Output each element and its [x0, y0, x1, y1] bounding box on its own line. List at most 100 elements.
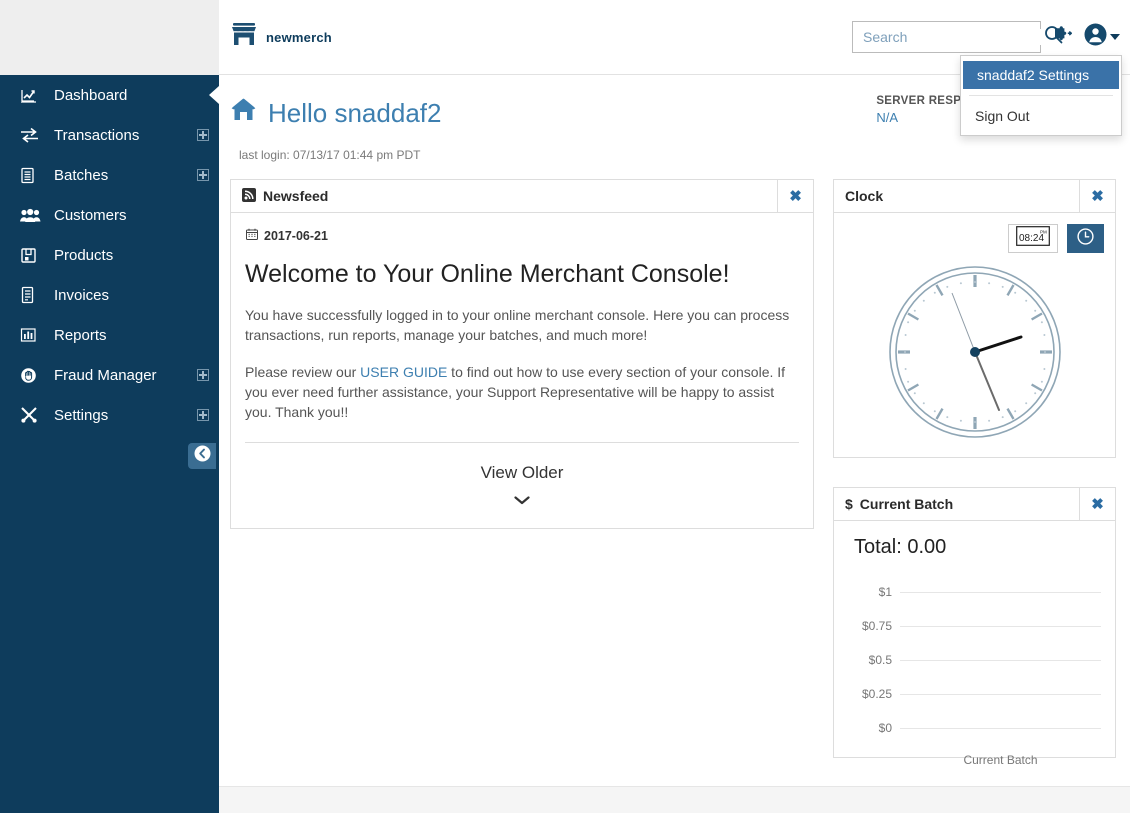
chevron-down-icon — [245, 492, 799, 510]
analog-clock-button[interactable] — [1067, 224, 1104, 253]
analog-clock-face — [845, 263, 1104, 441]
newsfeed-date: 2017-06-21 — [264, 228, 328, 243]
expand-icon[interactable] — [197, 129, 209, 141]
page-footer — [219, 786, 1130, 813]
sidebar-item-products[interactable]: Products — [0, 235, 219, 275]
home-icon — [230, 97, 257, 129]
clock-title: Clock — [845, 188, 884, 204]
page-content: Hello snaddaf2 SERVER RESPONSE N/A last … — [219, 75, 1130, 785]
current-batch-body: Total: 0.00 $1 $0.75 $0.5 $0.25 $0 Curre… — [834, 521, 1115, 767]
y-axis-tick-label: $0.25 — [861, 687, 892, 701]
sidebar-item-label: Transactions — [54, 126, 140, 144]
view-older-label: View Older — [480, 463, 564, 483]
clock-body: 08:24 PM — [834, 213, 1115, 457]
topbar: newmerch Search snaddaf2 Settings Sign O… — [219, 0, 1130, 136]
sidebar-item-reports[interactable]: Reports — [0, 315, 219, 355]
newsfeed-header: Newsfeed ✖ — [231, 179, 813, 213]
clock-header: Clock ✖ — [834, 179, 1115, 213]
dollar-icon: $ — [845, 496, 853, 512]
x-axis-label: Current Batch — [963, 753, 1038, 767]
newsfeed-headline: Welcome to Your Online Merchant Console! — [245, 260, 730, 288]
current-batch-title: Current Batch — [859, 496, 954, 512]
sidebar-item-label: Reports — [54, 326, 107, 344]
box-icon — [20, 247, 44, 264]
clock-title-wrap: Clock — [834, 188, 1079, 204]
gridline — [900, 693, 1101, 695]
chart-gridline-row: $1 — [848, 585, 1101, 599]
sidebar: Dashboard Transactions Batches Customers… — [0, 0, 219, 813]
chart-gridline-row: $0 — [848, 721, 1101, 735]
analog-clock-icon — [1077, 227, 1094, 250]
gridline — [900, 727, 1101, 729]
sidebar-item-fraud-manager[interactable]: Fraud Manager — [0, 355, 219, 395]
sidebar-item-dashboard[interactable]: Dashboard — [0, 75, 219, 115]
clock-panel: Clock ✖ 08:24 PM — [833, 179, 1116, 458]
y-axis-tick-label: $0.75 — [861, 619, 892, 633]
paragraph-2-before: Please review our — [245, 363, 361, 380]
sidebar-item-transactions[interactable]: Transactions — [0, 115, 219, 155]
expand-icon[interactable] — [197, 409, 209, 421]
y-axis-tick-label: $1 — [878, 585, 892, 599]
menu-item-sign-out[interactable]: Sign Out — [961, 102, 1121, 130]
greeting-text: Hello snaddaf2 — [268, 97, 442, 128]
brand-logo[interactable]: newmerch — [230, 21, 332, 53]
sidebar-item-customers[interactable]: Customers — [0, 195, 219, 235]
exchange-icon — [20, 127, 44, 143]
dashboard-page: Dashboard Transactions Batches Customers… — [0, 0, 1130, 813]
svg-text:08:24: 08:24 — [1019, 233, 1044, 244]
sidebar-collapse-button[interactable] — [188, 443, 216, 469]
newsfeed-panel: Newsfeed ✖ 2017-06-21 Welcome to Your On… — [230, 179, 814, 530]
digital-clock-icon: 08:24 PM — [1016, 226, 1050, 251]
file-lines-icon — [20, 286, 44, 304]
sidebar-item-invoices[interactable]: Invoices — [0, 275, 219, 315]
gridline — [900, 591, 1101, 593]
menu-item-settings[interactable]: snaddaf2 Settings — [963, 61, 1119, 89]
newsfeed-title: Newsfeed — [263, 188, 329, 204]
page-title: Hello snaddaf2 — [230, 97, 441, 129]
topbar-actions — [852, 21, 1120, 53]
arrow-circle-left-icon — [194, 445, 211, 467]
sidebar-item-label: Fraud Manager — [54, 366, 157, 384]
expand-icon[interactable] — [197, 169, 209, 181]
chart-gridline-row: $0.5 — [848, 653, 1101, 667]
search-box[interactable] — [852, 21, 1063, 53]
last-login-text: last login: 07/13/17 01:44 pm PDT — [239, 148, 421, 162]
sidebar-item-batches[interactable]: Batches — [0, 155, 219, 195]
user-menu-button[interactable] — [1084, 23, 1120, 51]
right-column: Clock ✖ 08:24 PM $ Current Batch ✖ Total… — [833, 179, 1116, 787]
clock-close-button[interactable]: ✖ — [1079, 179, 1115, 213]
user-dropdown-menu: snaddaf2 Settings Sign Out — [960, 55, 1122, 136]
gridline — [900, 659, 1101, 661]
hand-stop-icon — [20, 367, 44, 384]
newsfeed-close-button[interactable]: ✖ — [777, 179, 813, 213]
chart-line-icon — [20, 87, 44, 104]
newsfeed-body: 2017-06-21 Welcome to Your Online Mercha… — [231, 213, 813, 528]
chevron-down-icon — [1110, 34, 1120, 40]
sidebar-item-label: Dashboard — [54, 86, 128, 104]
current-batch-close-button[interactable]: ✖ — [1079, 487, 1115, 521]
main-area: newmerch Search snaddaf2 Settings Sign O… — [219, 0, 1130, 813]
sidebar-item-label: Customers — [54, 206, 127, 224]
clock-mode-buttons: 08:24 PM — [845, 224, 1104, 253]
current-batch-panel: $ Current Batch ✖ Total: 0.00 $1 $0.75 $… — [833, 487, 1116, 767]
gridline — [900, 625, 1101, 627]
y-axis-tick-label: $0.5 — [868, 653, 892, 667]
newsfeed-paragraph-1: You have successfully logged in to your … — [245, 307, 790, 344]
view-older-button[interactable]: View Older — [245, 442, 799, 528]
plugin-button[interactable] — [1053, 25, 1073, 49]
left-column: Newsfeed ✖ 2017-06-21 Welcome to Your On… — [230, 179, 814, 558]
sidebar-item-label: Batches — [54, 166, 109, 184]
expand-icon[interactable] — [197, 369, 209, 381]
puzzle-piece-icon — [1053, 25, 1073, 49]
chart-gridline-row: $0.75 — [848, 619, 1101, 633]
user-guide-link[interactable]: USER GUIDE — [360, 364, 447, 380]
sidebar-top-gap — [0, 0, 219, 75]
search-input[interactable] — [863, 29, 1044, 45]
digital-clock-button[interactable]: 08:24 PM — [1008, 224, 1058, 253]
tools-icon — [20, 406, 44, 424]
sidebar-item-settings[interactable]: Settings — [0, 395, 219, 435]
sidebar-nav: Dashboard Transactions Batches Customers… — [0, 75, 219, 435]
brand-name: newmerch — [266, 29, 332, 45]
newsfeed-title-wrap: Newsfeed — [231, 187, 777, 205]
newsfeed-paragraph-2: Please review our USER GUIDE to find out… — [245, 362, 799, 423]
